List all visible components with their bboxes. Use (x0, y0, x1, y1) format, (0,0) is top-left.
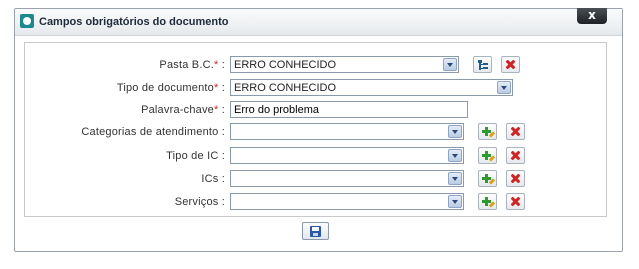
pencil-icon (488, 178, 496, 185)
close-button[interactable]: x (577, 8, 607, 24)
chevron-down-icon[interactable] (497, 81, 511, 94)
servicos-label: Serviços : (174, 196, 225, 208)
ics-select[interactable] (230, 170, 464, 187)
chevron-down-icon[interactable] (448, 172, 462, 185)
pencil-icon (488, 131, 496, 138)
row-pasta: Pasta B.C.* : ERRO CONHECIDO (25, 56, 606, 73)
save-button[interactable] (302, 222, 329, 240)
tipo-documento-label: Tipo de documento* : (116, 82, 225, 94)
row-palavra-chave: Palavra-chave* : (25, 101, 606, 118)
palavra-chave-label: Palavra-chave* : (141, 104, 225, 116)
dialog: Campos obrigatórios do documento x Pasta… (14, 8, 623, 252)
chevron-down-icon[interactable] (443, 58, 457, 71)
delete-tipo-ic-button[interactable] (506, 147, 525, 164)
save-icon (310, 226, 321, 237)
dialog-title: Campos obrigatórios do documento (39, 16, 229, 28)
tipo-ic-select[interactable] (230, 147, 464, 164)
ics-label: ICs : (201, 173, 225, 185)
tree-view-button[interactable] (473, 56, 492, 73)
tipo-documento-select[interactable]: ERRO CONHECIDO (230, 79, 513, 96)
row-categorias: Categorias de atendimento : (25, 123, 606, 140)
categorias-label: Categorias de atendimento : (81, 126, 225, 138)
tipo-ic-label: Tipo de IC : (166, 150, 225, 162)
add-categoria-button[interactable] (478, 123, 497, 140)
dialog-titlebar: Campos obrigatórios do documento x (15, 8, 622, 36)
delete-pasta-button[interactable] (501, 56, 520, 73)
form-panel: Pasta B.C.* : ERRO CONHECIDO Tipo de doc… (24, 42, 607, 217)
pencil-icon (488, 155, 496, 162)
chevron-down-icon[interactable] (448, 195, 462, 208)
row-servicos: Serviços : (25, 193, 606, 210)
categorias-select[interactable] (230, 123, 464, 140)
chevron-down-icon[interactable] (448, 149, 462, 162)
pencil-icon (488, 201, 496, 208)
app-logo-icon (20, 14, 34, 28)
row-tipo-documento: Tipo de documento* : ERRO CONHECIDO (25, 79, 606, 96)
row-ics: ICs : (25, 170, 606, 187)
chevron-down-icon[interactable] (448, 125, 462, 138)
pasta-label: Pasta B.C.* : (159, 59, 225, 71)
palavra-chave-input[interactable] (230, 101, 468, 118)
delete-servico-button[interactable] (506, 193, 525, 210)
row-tipo-ic: Tipo de IC : (25, 147, 606, 164)
add-servico-button[interactable] (478, 193, 497, 210)
close-icon: x (588, 8, 596, 22)
servicos-select[interactable] (230, 193, 464, 210)
add-ic-button[interactable] (478, 170, 497, 187)
delete-categoria-button[interactable] (506, 123, 525, 140)
pasta-select[interactable]: ERRO CONHECIDO (230, 56, 459, 73)
add-tipo-ic-button[interactable] (478, 147, 497, 164)
delete-ic-button[interactable] (506, 170, 525, 187)
